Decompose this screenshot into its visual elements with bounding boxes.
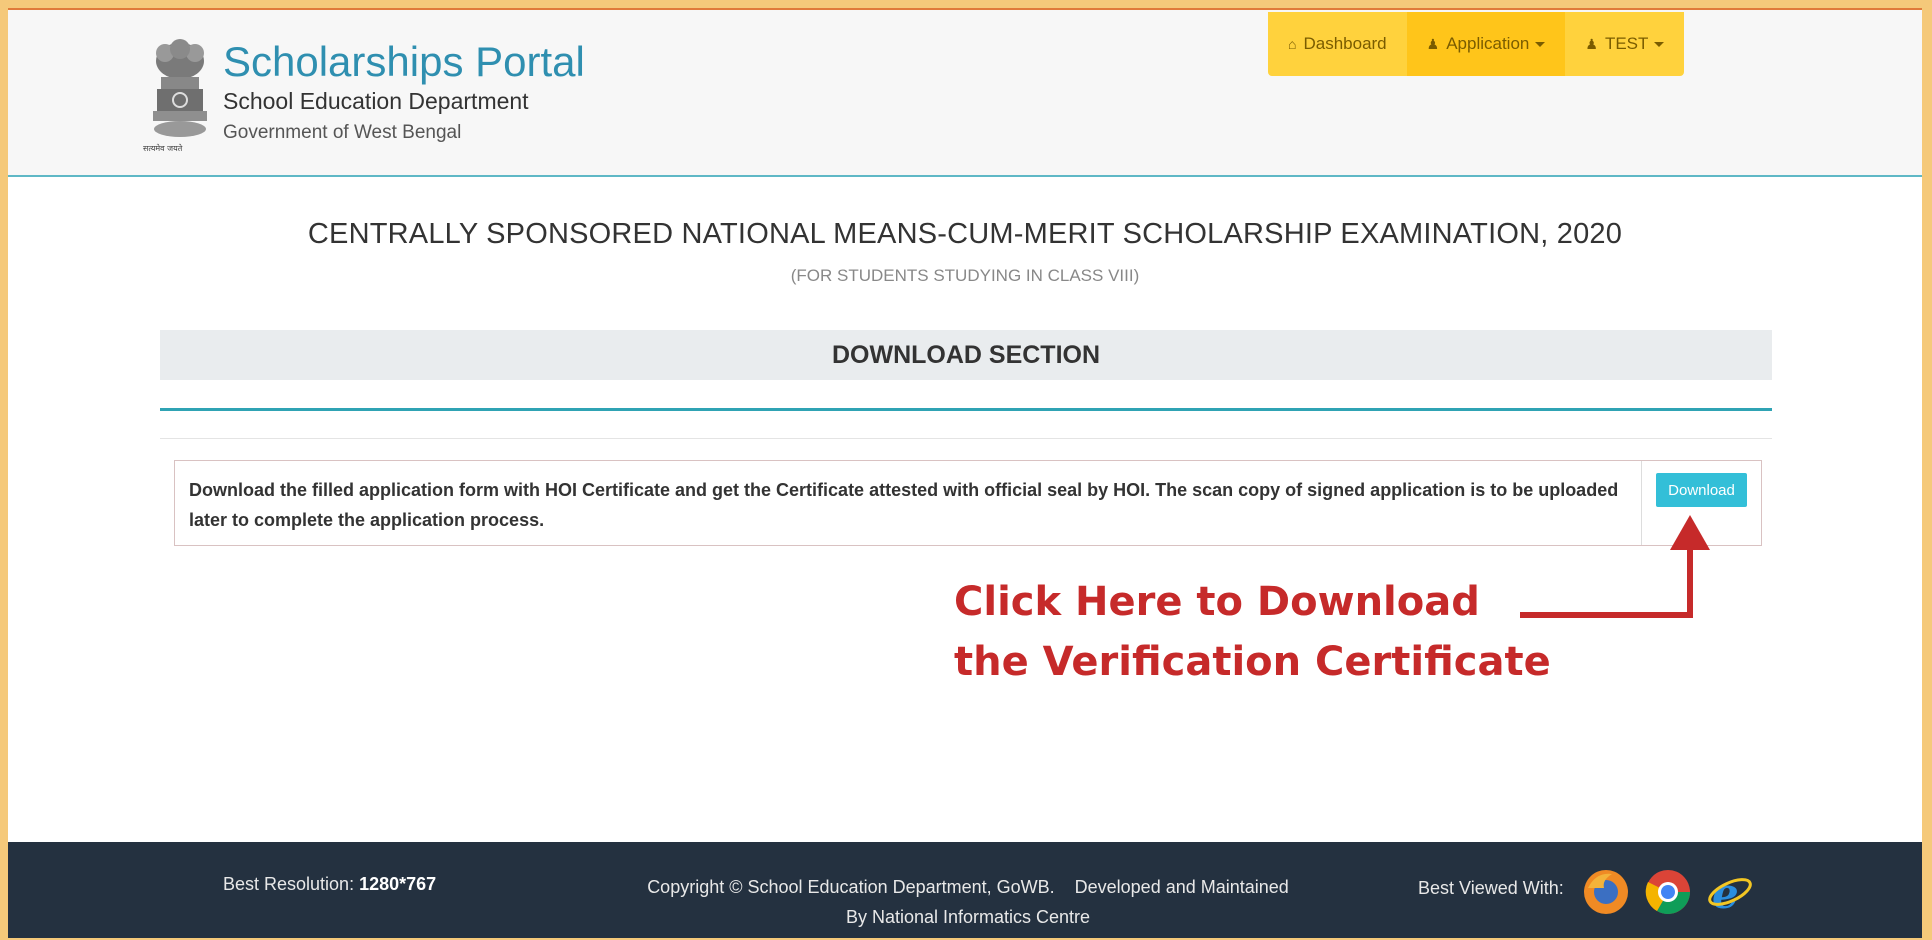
copyright-notice: Copyright © School Education Department,… [588,872,1348,932]
callout-line-1: Click Here to Download [954,579,1480,625]
resolution-value: 1280*767 [359,874,437,894]
svg-text:e: e [1712,869,1739,916]
page-frame: सत्यमेव जयते Scholarships Portal School … [8,8,1922,938]
copyright-line-2: By National Informatics Centre [845,907,1091,927]
resolution-label: Best Resolution: [223,874,355,894]
chrome-icon [1645,870,1690,914]
download-callout: Click Here to Download the Verification … [954,572,1551,692]
site-footer: Best Resolution: 1280*767 Copyright © Sc… [8,842,1922,938]
copyright-line-1: Copyright © School Education Department,… [647,877,1289,897]
callout-arrow-icon [1520,515,1710,618]
best-viewed-label: Best Viewed With: [1418,878,1564,898]
callout-line-2: the Verification Certificate [954,639,1551,685]
internet-explorer-icon: e [1708,869,1752,916]
best-resolution: Best Resolution: 1280*767 [223,874,436,895]
firefox-icon [1584,870,1628,914]
